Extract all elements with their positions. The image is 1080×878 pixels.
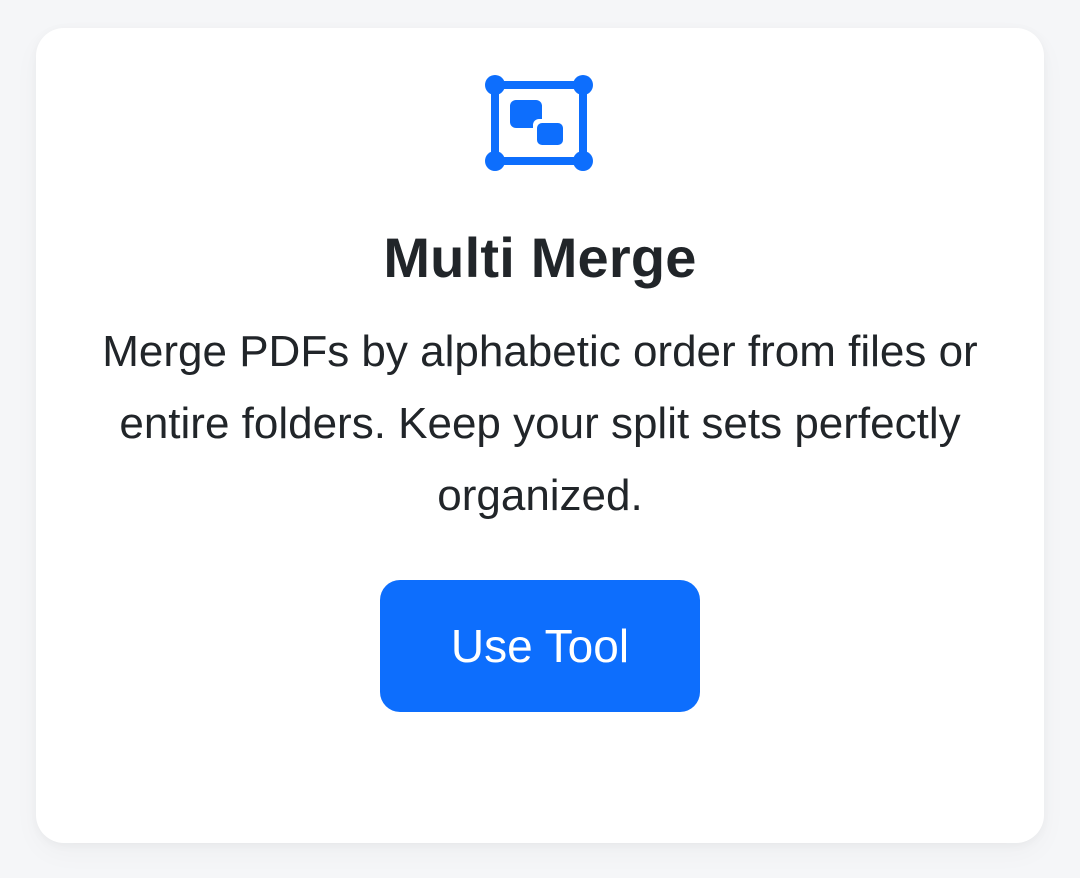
- tool-title: Multi Merge: [383, 226, 697, 289]
- tool-card: Multi Merge Merge PDFs by alphabetic ord…: [36, 28, 1044, 843]
- use-tool-button[interactable]: Use Tool: [380, 580, 700, 712]
- tool-description: Merge PDFs by alphabetic order from file…: [102, 327, 978, 520]
- multi-merge-icon: [485, 75, 595, 173]
